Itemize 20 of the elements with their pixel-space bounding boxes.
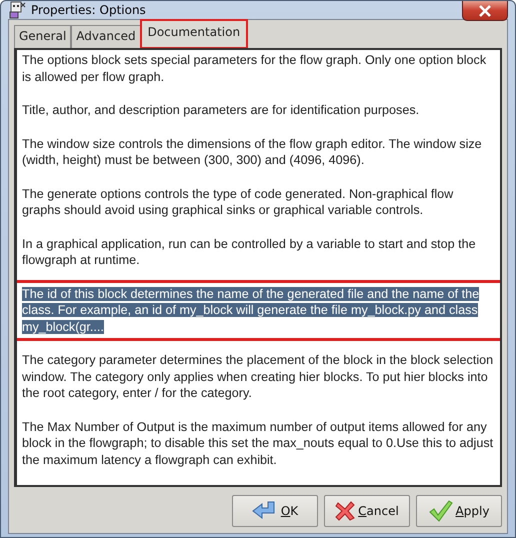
tab[interactable]: Documentation xyxy=(140,20,248,48)
paragraph: The id of this block determines the name of the generated file and the name of the class. For example, an id of my_block will generate the file my_block.py and class my_block(gr.... xyxy=(22,286,480,335)
cross-icon xyxy=(335,501,356,521)
paragraph: The Max Number of Output is the maximum number of output items allowed for any block in the flowgraph; to disable this set the max_nouts equal to 0.Use this to adjust the maximum latency a flowgraph can exhibit. xyxy=(22,418,494,468)
paragraph: The options block sets special parameters for the flow graph. Only one option block is allowed per flow graph. xyxy=(22,52,488,85)
cancel-button[interactable]: Cancel xyxy=(324,495,410,527)
window-title: Properties: Options xyxy=(31,3,146,17)
app-icon xyxy=(8,1,26,19)
close-button[interactable] xyxy=(462,1,508,21)
apply-button[interactable]: Apply xyxy=(416,495,502,527)
paragraph: The category parameter determines the placement of the block in the block selection window. The category only applies when creating hier blocks. To put hier blocks into the root category, enter / for the category. xyxy=(22,352,494,402)
paragraph: The generate options controls the type of code generated. Non-graphical flow graphs should avoid using graphical sinks or graphical variable controls. xyxy=(22,186,454,218)
paragraph: In a graphical application, run can be controlled by a variable to start and stop the flowgraph at runtime. xyxy=(22,236,477,268)
paragraph: The window size controls the dimensions of the flow graph editor. The window size (width, height) must be between (300, 300) and (4096, 4096). xyxy=(22,136,483,168)
paragraph: Title, author, and description parameters are for identification purposes. xyxy=(22,102,420,118)
checkmark-icon xyxy=(428,500,453,522)
tab[interactable]: Advanced xyxy=(71,25,141,48)
ok-button[interactable]: OK xyxy=(232,495,318,527)
close-icon xyxy=(478,4,492,16)
tab[interactable]: General xyxy=(14,25,72,48)
